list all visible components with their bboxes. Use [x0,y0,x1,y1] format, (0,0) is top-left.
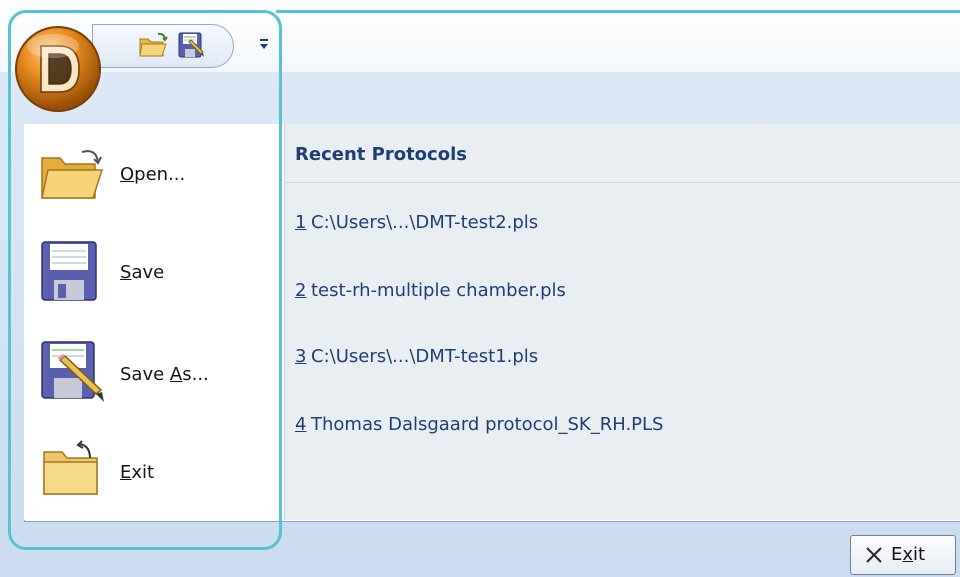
open-menu-item[interactable]: Open... [24,140,274,220]
save-as-menu-item[interactable]: Save As... [24,330,274,410]
save-menu-item[interactable]: Save [24,232,274,312]
recent-protocols-title: Recent Protocols [295,144,467,165]
exit-menu-label: Exit [120,462,155,483]
recent-protocol-item-3[interactable]: 3 C:\Users\...\DMT-test1.pls [285,336,960,376]
open-folder-icon[interactable] [138,30,168,60]
exit-button-label: Exit [891,544,926,565]
floppy-disk-icon [41,241,97,301]
save-menu-label: Save [120,262,165,283]
exit-folder-icon [43,440,98,495]
save-as-menu-label: Save As... [120,364,209,385]
exit-button[interactable]: Exit [850,535,956,575]
recent-protocol-item-1[interactable]: 1 C:\Users\...\DMT-test2.pls [285,202,960,242]
dmt-logo-orb-icon[interactable] [13,24,103,114]
recent-protocol-item-4[interactable]: 4 Thomas Dalsgaard protocol_SK_RH.PLS [285,404,960,444]
recent-protocols-pane: Recent Protocols 1 C:\Users\...\DMT-test… [285,124,960,520]
exit-menu-item[interactable]: Exit [24,434,274,514]
recent-protocols-header: Recent Protocols [285,124,960,183]
close-x-icon [866,547,882,563]
recent-protocol-item-2[interactable]: 2 test-rh-multiple chamber.pls [285,270,960,310]
open-folder-icon [41,150,104,199]
save-as-icon[interactable] [176,30,206,60]
customize-dropdown-icon[interactable] [258,36,270,52]
open-menu-label: Open... [120,164,186,185]
save-as-icon [41,341,104,402]
